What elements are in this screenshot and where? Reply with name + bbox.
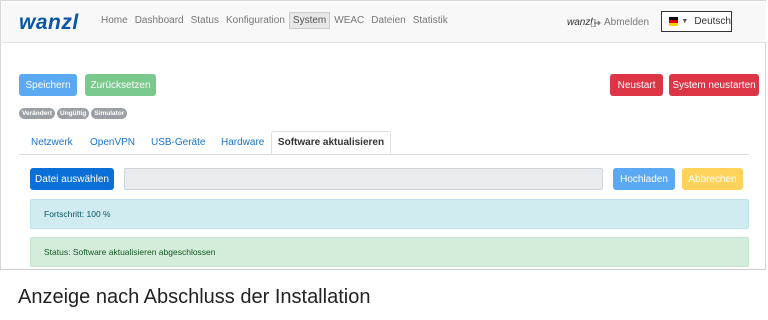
restart-button[interactable]: Neustart bbox=[610, 74, 663, 96]
badge-invalid: Ungültig bbox=[57, 108, 90, 119]
choose-file-button[interactable]: Datei auswählen bbox=[30, 168, 114, 190]
app-window: wanzl Home Dashboard Status Konfiguratio… bbox=[0, 0, 766, 270]
status-alert: Status: Software aktualisieren abgeschlo… bbox=[30, 237, 749, 267]
state-badges: Verändert Ungültig Simulator bbox=[19, 108, 129, 119]
figure-caption: Anzeige nach Abschluss der Installation bbox=[18, 286, 371, 308]
tab-openvpn[interactable]: OpenVPN bbox=[90, 131, 135, 154]
nav-item-system[interactable]: System bbox=[288, 12, 331, 29]
main-nav: Home Dashboard Status Konfiguration Syst… bbox=[98, 12, 452, 29]
nav-item-status[interactable]: Status bbox=[188, 12, 222, 29]
nav-item-home[interactable]: Home bbox=[98, 12, 131, 29]
upload-button[interactable]: Hochladen bbox=[613, 168, 675, 190]
language-select[interactable]: ▼ Deutsch bbox=[661, 11, 732, 32]
system-restart-button[interactable]: System neustarten bbox=[669, 74, 759, 96]
flag-de-icon bbox=[669, 16, 679, 27]
nav-item-konfiguration[interactable]: Konfiguration bbox=[223, 12, 288, 29]
nav-item-dashboard[interactable]: Dashboard bbox=[132, 12, 187, 29]
brand-logo[interactable]: wanzl bbox=[19, 11, 79, 35]
system-tabs: Netzwerk OpenVPN USB-Geräte Hardware Sof… bbox=[19, 131, 749, 155]
badge-simulator: Simulator bbox=[91, 108, 128, 119]
nav-item-dateien[interactable]: Dateien bbox=[368, 12, 408, 29]
badge-modified: Verändert bbox=[19, 108, 55, 119]
sign-out-icon bbox=[590, 18, 601, 27]
tab-hardware[interactable]: Hardware bbox=[221, 131, 264, 154]
cancel-button[interactable]: Abbrechen bbox=[682, 168, 743, 190]
current-user: wanzl bbox=[567, 17, 593, 28]
tab-usb-geraete[interactable]: USB-Geräte bbox=[151, 131, 205, 154]
reset-button[interactable]: Zurücksetzen bbox=[85, 74, 156, 96]
nav-item-weac[interactable]: WEAC bbox=[331, 12, 367, 29]
language-label: Deutsch bbox=[694, 16, 731, 27]
tab-netzwerk[interactable]: Netzwerk bbox=[31, 131, 73, 154]
tab-software-aktualisieren[interactable]: Software aktualisieren bbox=[271, 131, 391, 154]
logout-label: Abmelden bbox=[604, 17, 650, 28]
navbar: wanzl Home Dashboard Status Konfiguratio… bbox=[2, 2, 766, 43]
save-button[interactable]: Speichern bbox=[19, 74, 77, 96]
logout-link[interactable]: Abmelden bbox=[590, 17, 650, 28]
file-path-field[interactable] bbox=[124, 168, 603, 190]
nav-item-statistik[interactable]: Statistik bbox=[410, 12, 451, 29]
progress-alert: Fortschritt: 100 % bbox=[30, 199, 749, 229]
chevron-down-icon: ▼ bbox=[681, 18, 689, 25]
